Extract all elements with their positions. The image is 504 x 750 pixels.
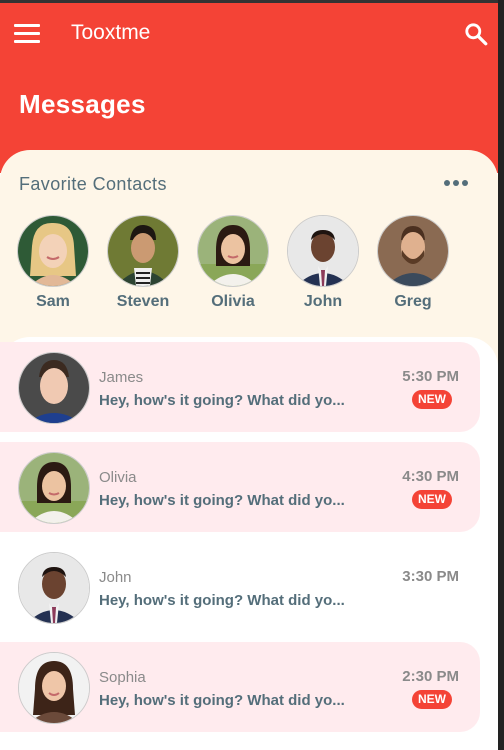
avatar [18,452,90,524]
favorite-contact[interactable]: Greg [377,215,449,311]
new-badge: NEW [412,690,452,709]
chat-row[interactable]: Sophia Hey, how's it going? What did yo.… [0,642,480,732]
favorite-contacts-panel: Favorite Contacts Sam Steven Olivia John… [0,150,498,365]
chat-sender: Olivia [99,469,137,486]
menu-icon[interactable] [14,24,40,44]
app-title: Tooxtme [71,21,151,44]
favorite-contact[interactable]: Sam [17,215,89,311]
chat-time: 4:30 PM [402,468,459,485]
avatar [287,215,359,287]
avatar [18,652,90,724]
favorite-contact[interactable]: Steven [107,215,179,311]
chat-preview: Hey, how's it going? What did yo... [99,592,345,609]
chat-list: James Hey, how's it going? What did yo..… [0,337,498,750]
chat-time: 5:30 PM [402,368,459,385]
avatar [18,552,90,624]
favorite-contact[interactable]: John [287,215,359,311]
contact-name: Greg [394,293,432,310]
contact-name: Sam [36,293,70,310]
window-right-edge [498,0,504,750]
chat-preview: Hey, how's it going? What did yo... [99,492,345,509]
more-options-icon[interactable] [444,180,468,188]
search-icon[interactable] [463,21,489,47]
contact-name: John [303,293,343,310]
chat-time: 3:30 PM [402,568,459,585]
chat-sender: James [99,369,144,386]
chat-sender: John [99,569,132,586]
app-bar: Tooxtme Messages [0,3,498,173]
chat-time: 2:30 PM [402,668,459,685]
avatar [377,215,449,287]
contact-name: Steven [116,293,170,310]
avatar [17,215,89,287]
chat-row[interactable]: Olivia Hey, how's it going? What did yo.… [0,442,480,532]
contact-name: Olivia [211,293,255,310]
page-title: Messages [19,89,146,119]
new-badge: NEW [412,390,452,409]
avatar [18,352,90,424]
window-top-edge [0,0,504,3]
chat-row[interactable]: James Hey, how's it going? What did yo..… [0,342,480,432]
avatar [107,215,179,287]
chat-preview: Hey, how's it going? What did yo... [99,392,345,409]
favorite-contact[interactable]: Olivia [197,215,269,311]
favorites-title: Favorite Contacts [19,174,167,194]
chat-sender: Sophia [99,669,146,686]
chat-preview: Hey, how's it going? What did yo... [99,692,345,709]
avatar [197,215,269,287]
chat-row[interactable]: John Hey, how's it going? What did yo...… [0,542,480,632]
new-badge: NEW [412,490,452,509]
